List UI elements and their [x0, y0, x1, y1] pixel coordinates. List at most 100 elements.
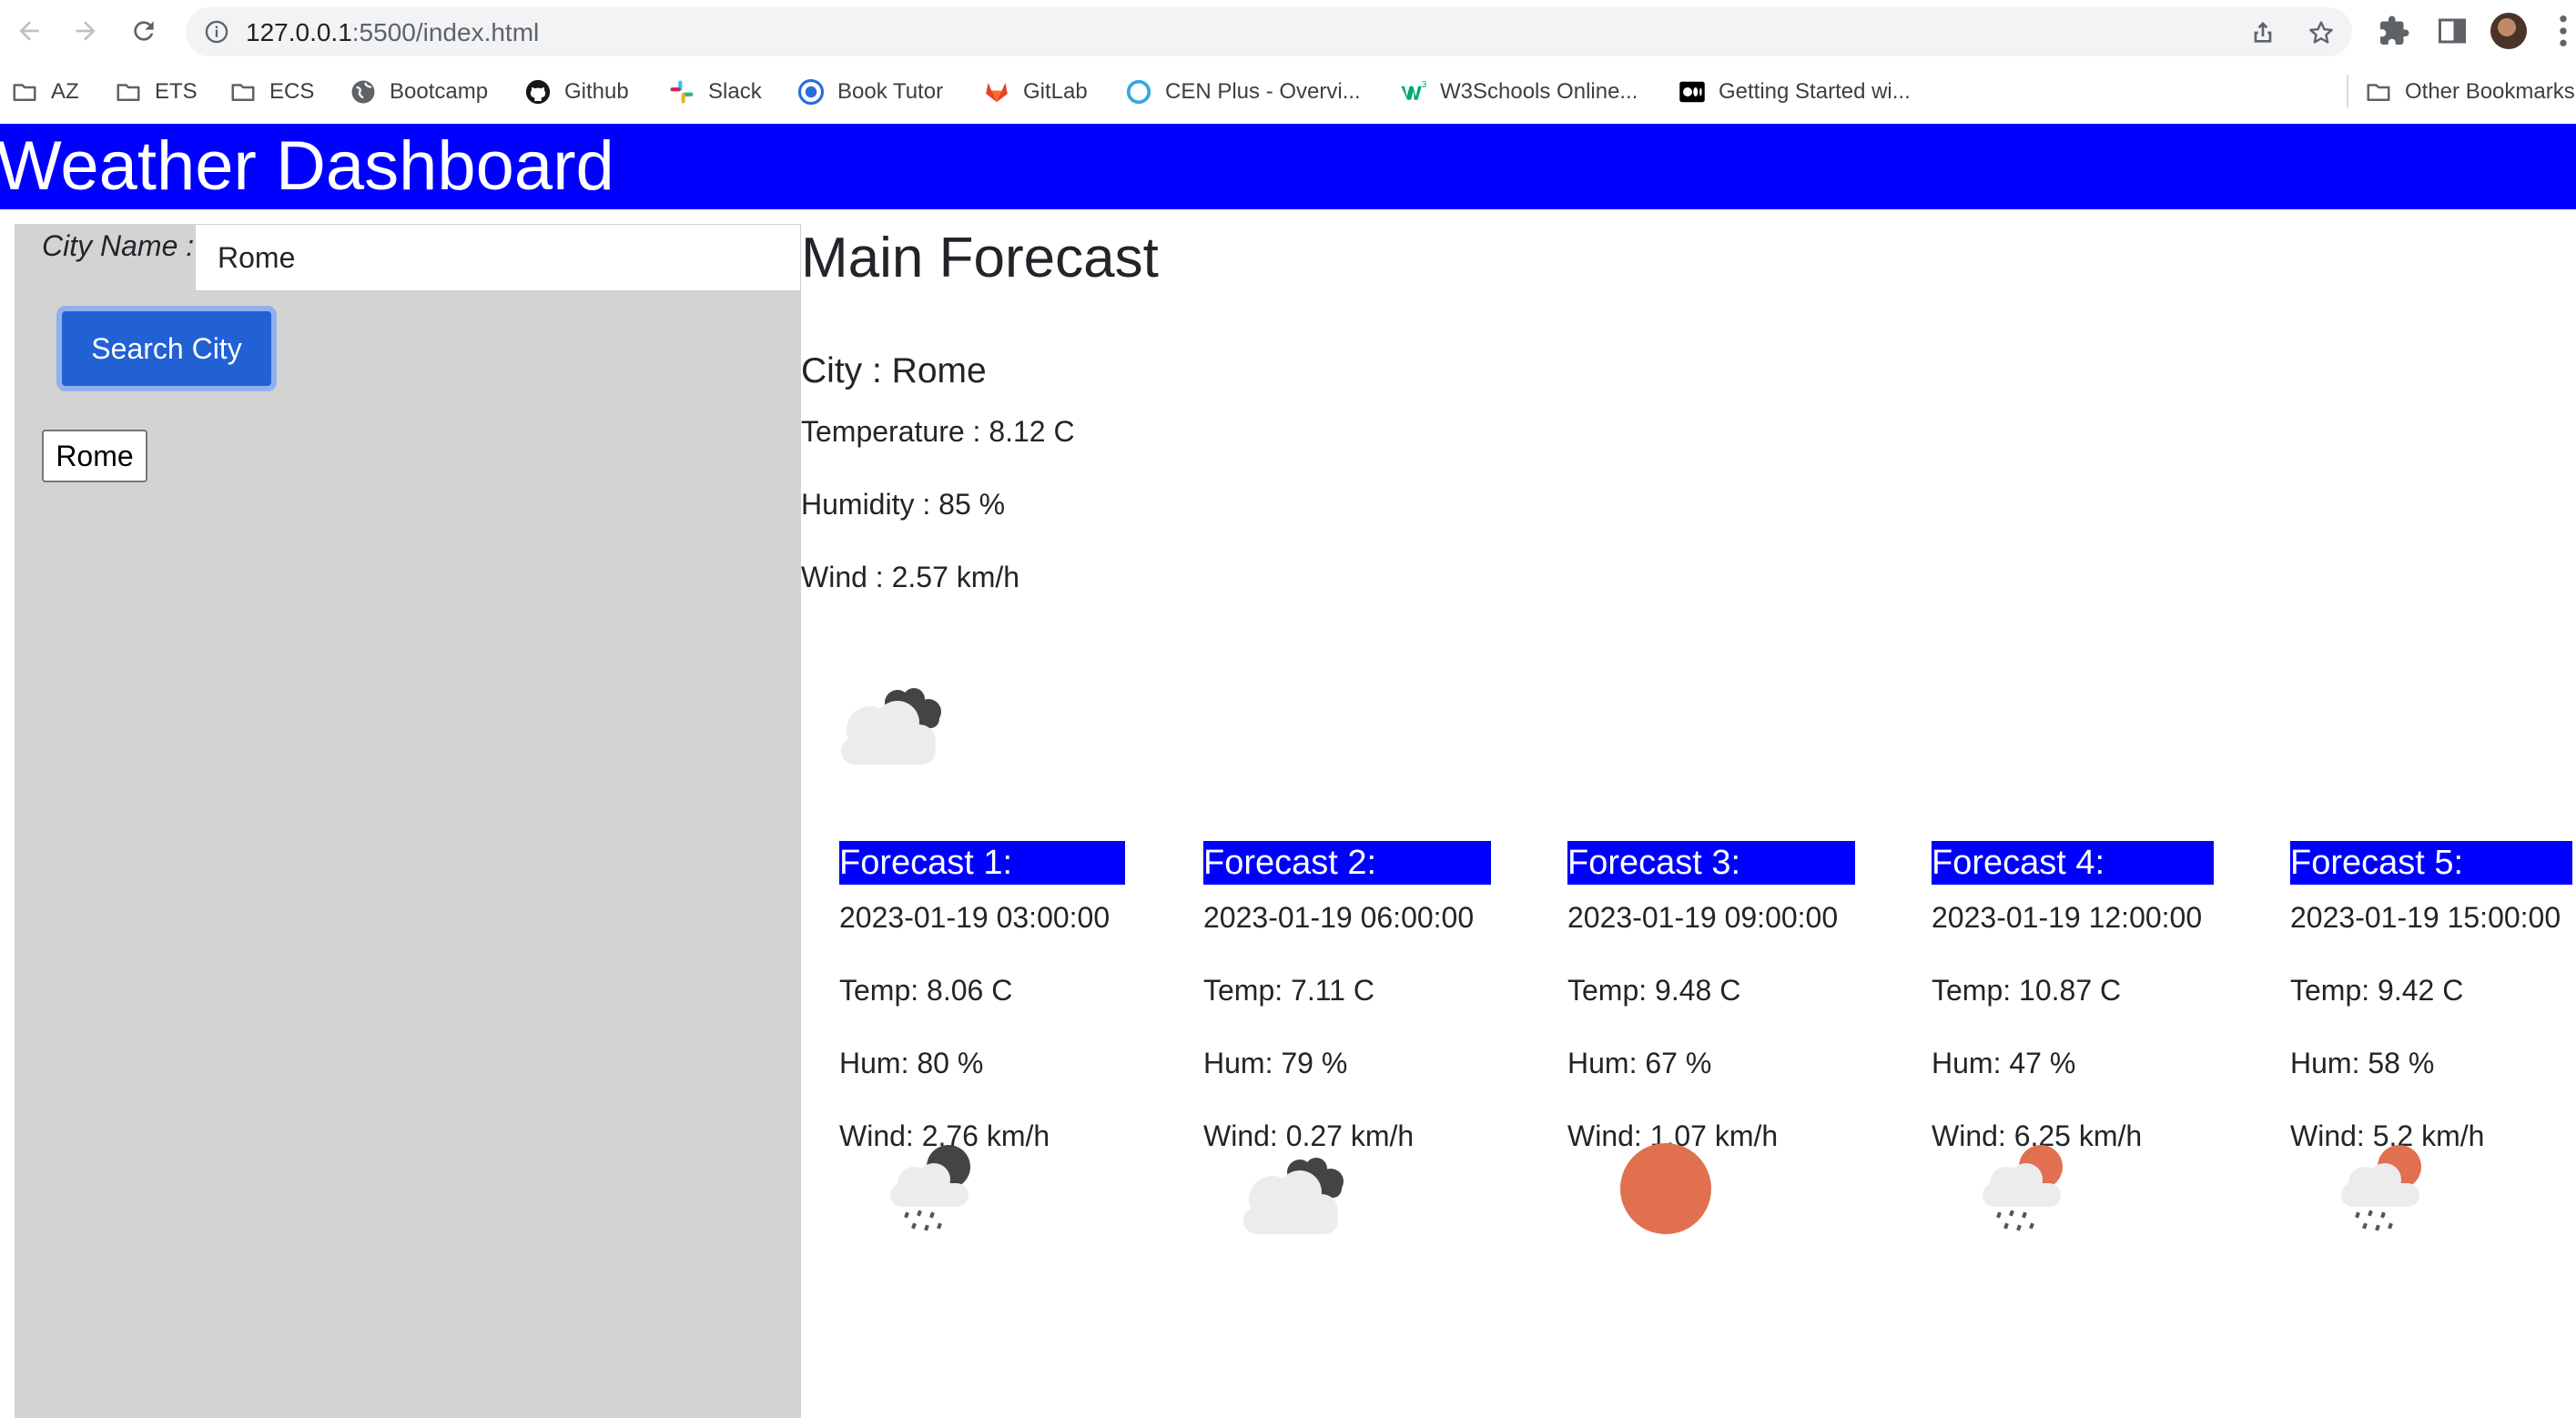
bookmark-w3schools[interactable]: 3 W3Schools Online...	[1400, 75, 1638, 109]
reload-icon	[134, 21, 154, 41]
github-icon	[525, 79, 551, 105]
main-forecast-section: Main Forecast City : Rome Temperature : …	[801, 224, 2576, 1418]
back-button[interactable]	[11, 13, 47, 49]
folder-icon	[231, 84, 255, 101]
page-title: Weather Dashboard	[0, 127, 614, 205]
bookmark-label: W3Schools Online...	[1440, 79, 1638, 104]
forecast-temp: Temp: 10.87 C	[1932, 974, 2122, 1007]
main-temperature: Temperature : 8.12 C	[801, 415, 1075, 448]
slack-icon	[670, 80, 694, 104]
forecast-title: Forecast 2:	[1203, 841, 1491, 885]
forecast-date: 2023-01-19 12:00:00	[1932, 901, 2203, 934]
info-icon[interactable]	[204, 19, 229, 45]
forecast-date: 2023-01-19 09:00:00	[1567, 901, 1839, 934]
share-icon[interactable]	[2248, 18, 2277, 47]
folder-icon	[2367, 84, 2390, 101]
w3schools-icon: 3	[1401, 80, 1427, 100]
bookmark-label: Slack	[708, 79, 762, 104]
forecast-humidity: Hum: 80 %	[839, 1047, 984, 1079]
forecast-temp: Temp: 8.06 C	[839, 974, 1013, 1007]
forecast-date: 2023-01-19 15:00:00	[2290, 901, 2561, 934]
cloudy-dark-icon	[1243, 1158, 1344, 1234]
bookmark-slack[interactable]: Slack	[668, 75, 762, 109]
city-name-label: City Name :	[42, 229, 195, 262]
side-panel-icon[interactable]	[2436, 15, 2469, 47]
bookmarks-bar: AZ ETS ECS Bootcamp Github Slack Book Tu…	[0, 62, 2576, 122]
reload-button[interactable]	[126, 13, 162, 49]
main-city: City : Rome	[801, 351, 987, 390]
bookmark-label: Book Tutor	[837, 79, 944, 104]
forecast-date: 2023-01-19 03:00:00	[839, 901, 1111, 934]
bookmarks-separator	[2347, 75, 2348, 107]
rain-sun-icon	[1983, 1145, 2063, 1231]
gitlab-icon	[986, 83, 1008, 103]
bookmark-label: GitLab	[1023, 79, 1088, 104]
folder-icon	[117, 84, 140, 101]
forecast-title: Forecast 4:	[1932, 841, 2214, 885]
svg-text:3: 3	[1422, 80, 1427, 90]
folder-icon	[13, 84, 36, 101]
other-bookmarks[interactable]: Other Bookmarks	[2365, 75, 2575, 109]
rain-night-icon	[890, 1145, 970, 1231]
forecast-humidity: Hum: 47 %	[1932, 1047, 2076, 1079]
forecast-date: 2023-01-19 06:00:00	[1203, 901, 1475, 934]
extensions-puzzle-icon[interactable]	[2378, 15, 2410, 47]
more-menu-icon[interactable]	[2556, 13, 2571, 49]
bookmark-label: ECS	[269, 79, 315, 104]
forecast-temp: Temp: 7.11 C	[1203, 974, 1374, 1007]
main-humidity: Humidity : 85 %	[801, 488, 1006, 521]
medium-icon	[1679, 81, 1705, 103]
forecast-temp: Temp: 9.48 C	[1567, 974, 1741, 1007]
main-forecast-title: Main Forecast	[801, 227, 1159, 289]
bookmark-label: ETS	[155, 79, 198, 104]
bookmark-label: Github	[564, 79, 629, 104]
forecast-card-4: Forecast 4: 2023-01-19 12:00:00 Temp: 10…	[1932, 841, 2214, 1231]
city-name-input[interactable]	[195, 224, 801, 291]
bookmark-ets[interactable]: ETS	[115, 75, 198, 109]
cen-plus-icon	[1126, 79, 1151, 105]
forward-button[interactable]	[67, 13, 104, 49]
bookmark-getting-started[interactable]: Getting Started wi...	[1678, 75, 1911, 109]
globe-icon	[351, 80, 375, 104]
forecast-temp: Temp: 9.42 C	[2290, 974, 2464, 1007]
rain-sun-icon	[2341, 1145, 2421, 1231]
url-text: 127.0.0.1:5500/index.html	[246, 18, 539, 47]
forecast-humidity: Hum: 58 %	[2290, 1047, 2435, 1079]
search-city-button[interactable]: Search City	[56, 306, 277, 391]
forecast-title: Forecast 1:	[839, 841, 1125, 885]
bookmark-ecs[interactable]: ECS	[229, 75, 314, 109]
sun-icon	[1620, 1143, 1711, 1234]
browser-toolbar: 127.0.0.1:5500/index.html	[0, 0, 2576, 62]
other-bookmarks-label: Other Bookmarks	[2405, 79, 2575, 104]
forecast-humidity: Hum: 67 %	[1567, 1047, 1712, 1079]
forecast-card-5: Forecast 5: 2023-01-19 15:00:00 Temp: 9.…	[2290, 841, 2572, 1231]
bookmark-label: Getting Started wi...	[1719, 79, 1911, 104]
book-tutor-icon	[797, 78, 825, 106]
main-wind: Wind : 2.57 km/h	[801, 561, 1020, 593]
forecast-title: Forecast 3:	[1567, 841, 1855, 885]
url-host: 127.0.0.1	[246, 18, 352, 46]
search-sidebar: City Name : Search City Rome	[15, 224, 801, 1418]
forecast-card-2: Forecast 2: 2023-01-19 06:00:00 Temp: 7.…	[1203, 841, 1491, 1234]
forward-arrow-icon	[76, 21, 96, 41]
forecast-title: Forecast 5:	[2290, 841, 2572, 885]
bookmark-book-tutor[interactable]: Book Tutor	[797, 75, 943, 109]
page-header: Weather Dashboard	[0, 124, 2576, 209]
bookmark-label: Bootcamp	[390, 79, 489, 104]
bookmark-label: AZ	[51, 79, 79, 104]
profile-avatar[interactable]	[2490, 13, 2527, 49]
cloudy-dark-icon	[841, 688, 941, 765]
forecast-card-1: Forecast 1: 2023-01-19 03:00:00 Temp: 8.…	[839, 841, 1125, 1231]
bookmark-cen-plus[interactable]: CEN Plus - Overvi...	[1125, 75, 1361, 109]
bookmark-label: CEN Plus - Overvi...	[1165, 79, 1361, 104]
history-city-button[interactable]: Rome	[42, 430, 147, 482]
forecast-card-3: Forecast 3: 2023-01-19 09:00:00 Temp: 9.…	[1567, 841, 1855, 1234]
bookmark-bootcamp[interactable]: Bootcamp	[350, 75, 488, 109]
address-bar[interactable]: 127.0.0.1:5500/index.html	[186, 7, 2352, 56]
url-path: :5500/index.html	[351, 18, 540, 46]
back-arrow-icon	[19, 21, 39, 41]
bookmark-star-icon[interactable]	[2307, 18, 2336, 47]
bookmark-az[interactable]: AZ	[11, 75, 79, 109]
bookmark-github[interactable]: Github	[524, 75, 629, 109]
bookmark-gitlab[interactable]: GitLab	[983, 75, 1088, 109]
